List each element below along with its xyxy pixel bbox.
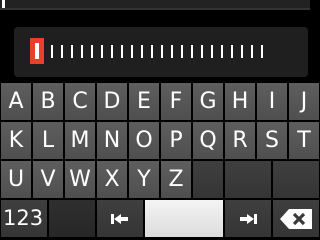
cursor-left-key[interactable] [97,200,143,237]
key-a[interactable]: A [1,83,31,120]
arrow-right-to-bar-icon [240,214,257,224]
key-w[interactable]: W [65,161,95,198]
key-m[interactable]: M [65,122,95,159]
key-s[interactable]: S [257,122,287,159]
key-j[interactable]: J [289,83,319,120]
cursor-right-key[interactable] [225,200,271,237]
cursor-marker [30,38,44,64]
key-d[interactable]: D [97,83,127,120]
key-c[interactable]: C [65,83,95,120]
key-z[interactable]: Z [161,161,191,198]
text-entry-field[interactable] [14,27,308,77]
char-slot [211,45,213,58]
char-slot [131,45,133,58]
key-e[interactable]: E [129,83,159,120]
char-slot [161,45,163,58]
key-r[interactable]: R [225,122,255,159]
key-t[interactable]: T [289,122,319,159]
space-key[interactable] [145,200,223,237]
char-slot [181,45,183,58]
blank-key[interactable] [225,161,271,198]
key-o[interactable]: O [129,122,159,159]
key-i[interactable]: I [257,83,287,120]
char-slot [171,45,173,58]
key-v[interactable]: V [33,161,63,198]
previous-entry-cursor [2,0,5,8]
key-b[interactable]: B [33,83,63,120]
backspace-key[interactable] [273,200,319,237]
char-slot [241,45,243,58]
key-u[interactable]: U [1,161,31,198]
char-slot [51,45,53,58]
status-strip [0,0,320,18]
key-p[interactable]: P [161,122,191,159]
key-n[interactable]: N [97,122,127,159]
key-q[interactable]: Q [193,122,223,159]
char-slot [81,45,83,58]
blank-key[interactable] [273,161,319,198]
char-slot [71,45,73,58]
backspace-icon [280,209,312,229]
char-slot [231,45,233,58]
key-k[interactable]: K [1,122,31,159]
char-slot [251,45,253,58]
char-slot [151,45,153,58]
key-x[interactable]: X [97,161,127,198]
char-slot [191,45,193,58]
arrow-left-to-bar-icon [111,214,128,224]
key-f[interactable]: F [161,83,191,120]
char-slot [201,45,203,58]
char-slot [261,45,263,58]
blank-key[interactable] [193,161,223,198]
key-y[interactable]: Y [129,161,159,198]
on-screen-keyboard: A B C D E F G H I J K L M N O P Q R S T … [0,82,320,240]
char-slot [91,45,93,58]
char-slot [221,45,223,58]
char-slot [141,45,143,58]
numbers-mode-key[interactable]: 123 [1,200,47,237]
key-l[interactable]: L [33,122,63,159]
char-slot [61,45,63,58]
key-g[interactable]: G [193,83,223,120]
previous-entry-strip [0,0,310,10]
char-slot [111,45,113,58]
char-slot [121,45,123,58]
character-slots [51,45,263,58]
char-slot [101,45,103,58]
blank-key[interactable] [49,200,95,237]
key-h[interactable]: H [225,83,255,120]
